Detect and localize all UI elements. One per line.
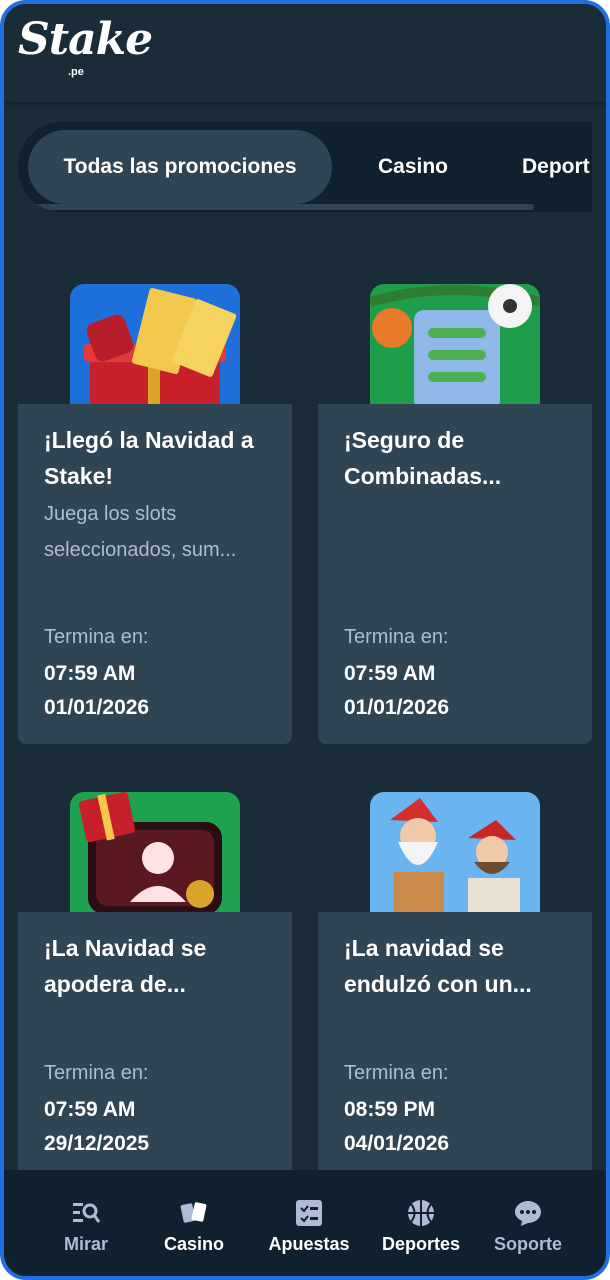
promo-card[interactable]: ¡La Navidad se apodera de... Termina en:…: [18, 770, 292, 1180]
top-header: Stake .pe: [4, 4, 606, 102]
ends-label: Termina en:: [344, 626, 449, 648]
promo-banner: [18, 770, 292, 912]
app-frame: Stake .pe Todas las promociones Casino D…: [0, 0, 610, 1280]
promo-card[interactable]: ¡Seguro de Combinadas... Termina en: 07:…: [318, 262, 592, 744]
promo-card-body: ¡La Navidad se apodera de... Termina en:…: [18, 912, 292, 1180]
gift-tickets-image: [70, 284, 240, 404]
ends-date: 04/01/2026: [344, 1132, 450, 1155]
logo-wordmark: Stake: [18, 14, 153, 65]
nav-label: Deportes: [381, 1234, 461, 1254]
promo-description: Juega los slots seleccionados, sum...: [44, 503, 237, 561]
nav-label: Casino: [163, 1234, 224, 1254]
bottom-nav: Mirar Casino Apuestas Deportes Soporte: [4, 1170, 606, 1276]
promo-banner: [318, 770, 592, 912]
ends-date: 01/01/2026: [44, 696, 150, 719]
santa-characters-image: [370, 792, 540, 912]
promo-card-body: ¡Seguro de Combinadas... Termina en: 07:…: [318, 404, 592, 744]
nav-label: Apuestas: [268, 1234, 350, 1254]
ends-time: 08:59 PM: [344, 1098, 436, 1121]
nav-casino[interactable]: Casino: [144, 1170, 244, 1276]
ends-label: Termina en:: [44, 626, 149, 648]
stake-logo[interactable]: Stake .pe: [18, 18, 153, 79]
ends-label: Termina en:: [344, 1062, 449, 1084]
ends-time: 07:59 AM: [344, 662, 436, 685]
promo-card[interactable]: ¡Llegó la Navidad a Stake! Juega los slo…: [18, 262, 292, 744]
tab-casino[interactable]: Casino: [358, 130, 468, 204]
promo-card-body: ¡Llegó la Navidad a Stake! Juega los slo…: [18, 404, 292, 744]
combo-insurance-image: [370, 284, 540, 404]
ends-time: 07:59 AM: [44, 1098, 136, 1121]
nav-label: Soporte: [493, 1234, 562, 1254]
promo-card[interactable]: ¡La navidad se endulzó con un... Termina…: [318, 770, 592, 1180]
christmas-profile-image: [70, 792, 240, 912]
promo-title: ¡Llegó la Navidad a Stake!: [44, 427, 254, 489]
logo-domain: .pe: [68, 66, 84, 78]
nav-bets[interactable]: Apuestas: [254, 1170, 364, 1276]
ends-label: Termina en:: [44, 1062, 149, 1084]
ends-time: 07:59 AM: [44, 662, 136, 685]
tab-all-promotions[interactable]: Todas las promociones: [28, 130, 332, 204]
promo-category-tabs: Todas las promociones Casino Deport: [18, 122, 592, 212]
browse-icon: [73, 1203, 101, 1223]
promo-title: ¡La Navidad se apodera de...: [44, 935, 207, 997]
promo-title: ¡La navidad se endulzó con un...: [344, 935, 532, 997]
basketball-icon: [408, 1200, 434, 1226]
tabs-scrollbar[interactable]: [22, 204, 534, 210]
promo-card-body: ¡La navidad se endulzó con un... Termina…: [318, 912, 592, 1180]
chat-icon: [515, 1201, 541, 1226]
tab-sports[interactable]: Deport: [508, 130, 592, 204]
nav-support[interactable]: Soporte: [478, 1170, 578, 1276]
nav-sports[interactable]: Deportes: [366, 1170, 476, 1276]
promo-title: ¡Seguro de Combinadas...: [344, 427, 502, 489]
promo-banner: [18, 262, 292, 404]
cards-icon: [180, 1202, 207, 1223]
ends-date: 29/12/2025: [44, 1132, 150, 1155]
promo-banner: [318, 262, 592, 404]
ends-date: 01/01/2026: [344, 696, 450, 719]
betslip-icon: [296, 1200, 322, 1226]
